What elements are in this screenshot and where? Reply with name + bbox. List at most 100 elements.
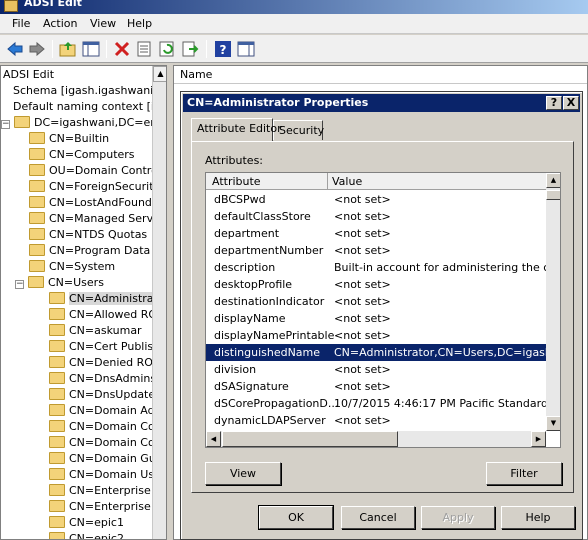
filter-button[interactable]: Filter [486,462,562,485]
attribute-row[interactable]: displayNamePrintable <not set> [206,327,546,344]
up-folder-icon[interactable] [59,40,77,58]
attribute-row[interactable]: dynamicLDAPServer <not set> [206,412,546,429]
tree-item-label: CN=epic2 [69,532,124,540]
delete-icon[interactable] [113,40,131,58]
scroll-down-arrow-icon[interactable]: ▼ [546,416,560,431]
tree-item-label: CN=Users [48,276,104,289]
tree-item-user[interactable]: CN=Domain Com [49,419,165,435]
tree-item-user[interactable]: CN=epic2 [49,531,124,540]
column-header-value[interactable]: Value [332,175,362,188]
tree-item-user[interactable]: CN=Denied ROD [49,355,161,371]
ok-button[interactable]: OK [258,505,334,530]
column-header-attribute[interactable]: Attribute [212,175,261,188]
attribute-row[interactable]: dSCorePropagationD... 10/7/2015 4:46:17 P… [206,395,560,412]
tree-item-user[interactable]: CN=askumar [49,323,142,339]
tree-item-user[interactable]: CN=Domain Cont [49,435,166,451]
tree-item-label: DC=igashwani,DC=entru [34,116,167,129]
show-hide-tree-icon[interactable] [82,40,100,58]
menu-file[interactable]: File [12,17,30,30]
attribute-row[interactable]: desktopProfile <not set> [206,276,546,293]
tree-item-label: Schema [igash.igashwani.ent [13,84,167,97]
tree-item-user[interactable]: CN=Enterprise A [49,483,162,499]
tree-item-user[interactable]: CN=Domain User [49,467,165,483]
tree-item[interactable]: OU=Domain Controlle [29,163,166,179]
folder-icon [49,340,65,352]
attribute-value: <not set> [334,244,391,257]
view-button[interactable]: View [205,462,281,485]
tree-item-user[interactable]: CN=Domain Adm [49,403,165,419]
tree-item[interactable]: CN=Managed Service [29,211,166,227]
tree-item-user[interactable]: CN=epic1 [49,515,124,531]
show-action-pane-icon[interactable] [237,40,255,58]
column-divider[interactable] [327,173,328,190]
tree-item-user[interactable]: CN=Enterprise R [49,499,162,515]
tree-item-label: CN=DnsAdmins [69,372,157,385]
tree-item[interactable]: CN=ForeignSecurityP [29,179,166,195]
cancel-button[interactable]: Cancel [341,506,415,529]
listview-horizontal-scrollbar[interactable]: ◀ ▶ [206,431,546,447]
scroll-up-arrow-icon[interactable]: ▲ [153,66,166,82]
tree-item[interactable]: CN=Program Data [29,243,150,259]
tree-item-schema[interactable]: Schema [igash.igashwani.ent [13,83,167,99]
attribute-row[interactable]: defaultClassStore <not set> [206,208,546,225]
tree-root-label: ADSI Edit [3,68,55,81]
tree-item-user[interactable]: CN=DnsUpdateP [49,387,162,403]
tree-item-user[interactable]: CN=Administrato [49,291,165,307]
attribute-row[interactable]: destinationIndicator <not set> [206,293,546,310]
attribute-row[interactable]: division <not set> [206,361,546,378]
properties-icon[interactable] [135,40,153,58]
forward-icon[interactable] [28,40,46,58]
attribute-row[interactable]: distinguishedName CN=Administrator,CN=Use… [206,344,560,361]
menu-action[interactable]: Action [43,17,77,30]
export-icon[interactable] [181,40,199,58]
attribute-row[interactable]: dSASignature <not set> [206,378,546,395]
folder-icon [29,164,45,176]
tree-item-default-naming-context[interactable]: Default naming context [igas [13,99,166,115]
scroll-right-arrow-icon[interactable]: ▶ [531,431,546,447]
tree-item-user[interactable]: CN=Domain Gues [49,451,166,467]
tab-attribute-editor[interactable]: Attribute Editor [191,118,282,141]
folder-icon [14,116,30,128]
tree-item[interactable]: CN=Builtin [29,131,109,147]
menu-help[interactable]: Help [127,17,152,30]
attribute-row[interactable]: department <not set> [206,225,546,242]
toolbar-separator [106,40,107,58]
tree-scrollbar[interactable]: ▲ [152,66,166,539]
scroll-thumb[interactable] [546,190,560,200]
attribute-row[interactable]: displayName <not set> [206,310,546,327]
folder-icon [29,132,45,144]
tree-item[interactable]: CN=Computers [29,147,135,163]
dialog-help-button[interactable]: ? [546,96,562,110]
help-icon[interactable]: ? [214,40,232,58]
collapse-icon[interactable]: − [1,120,10,129]
folder-icon [49,404,65,416]
attributes-listview[interactable]: Attribute Value dBCSPwd <not set> defaultC… [205,172,561,448]
attribute-value: <not set> [334,363,391,376]
scroll-thumb[interactable] [222,431,398,447]
tree-item-user[interactable]: CN=Cert Publishe [49,339,166,355]
tree-item[interactable]: CN=LostAndFound [29,195,152,211]
scroll-up-arrow-icon[interactable]: ▲ [546,173,560,188]
attribute-row[interactable]: dBCSPwd <not set> [206,191,546,208]
menu-view[interactable]: View [90,17,116,30]
column-header-name[interactable]: Name [174,66,587,84]
dialog-help-bottom-button[interactable]: Help [501,506,575,529]
svg-text:?: ? [220,43,227,57]
back-icon[interactable] [6,40,24,58]
attribute-row[interactable]: description Built-in account for administ… [206,259,560,276]
scroll-left-arrow-icon[interactable]: ◀ [206,431,221,447]
toolbar-separator [206,40,207,58]
tree-item[interactable]: − CN=Users [15,275,104,291]
tree-item-domain[interactable]: − DC=igashwani,DC=entru [1,115,167,131]
tree-item[interactable]: CN=NTDS Quotas [29,227,147,243]
refresh-icon[interactable] [158,40,176,58]
tree-item[interactable]: CN=System [29,259,115,275]
dialog-close-button[interactable]: X [563,96,579,110]
apply-button[interactable]: Apply [421,506,495,529]
attribute-row[interactable]: departmentNumber <not set> [206,242,546,259]
tree-item-user[interactable]: CN=Allowed ROD [49,307,166,323]
tree-item-user[interactable]: CN=DnsAdmins [49,371,156,387]
tree-root[interactable]: ADSI Edit [3,67,54,83]
listview-vertical-scrollbar[interactable]: ▲ ▼ [546,173,560,431]
collapse-icon[interactable]: − [15,280,24,289]
